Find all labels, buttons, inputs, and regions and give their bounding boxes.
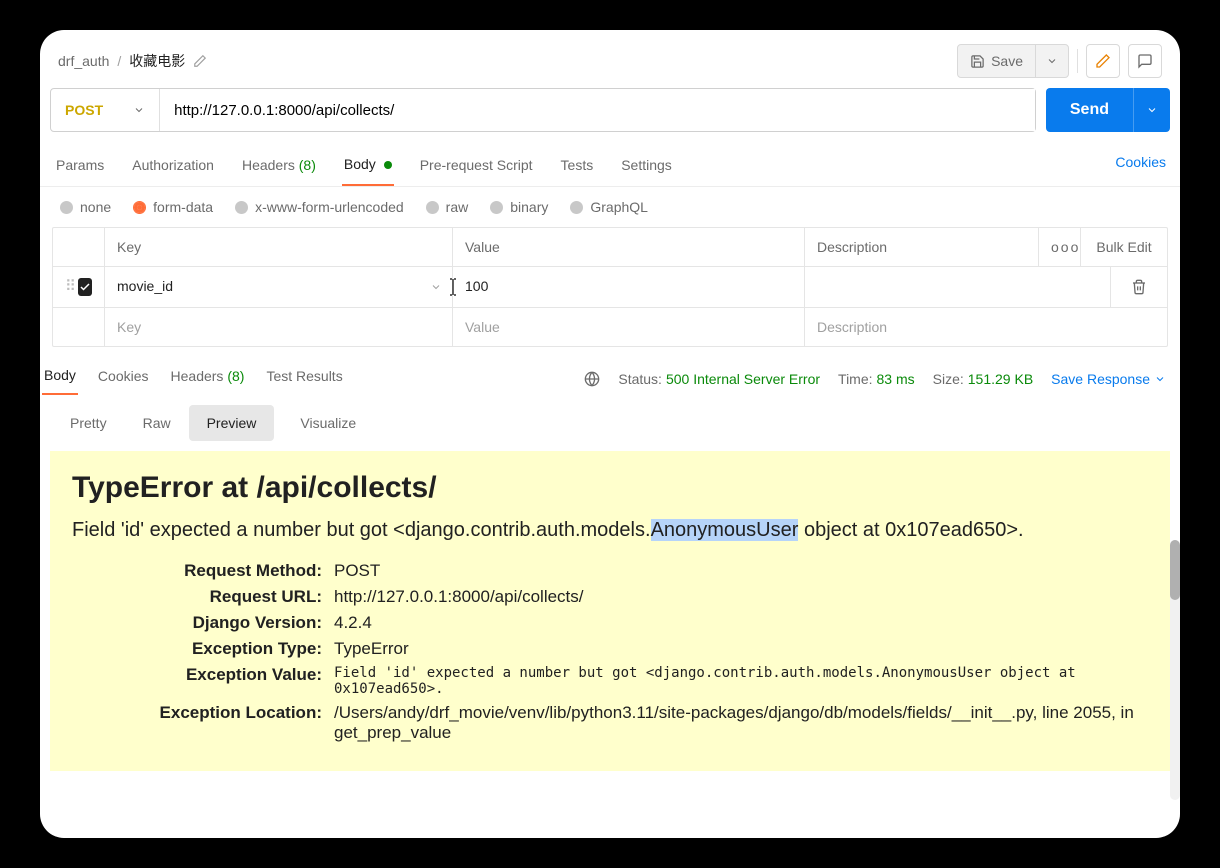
- tab-tests[interactable]: Tests: [559, 151, 596, 185]
- save-button-group: Save: [957, 44, 1069, 78]
- breadcrumb-name[interactable]: 收藏电影: [129, 51, 185, 71]
- tab-headers-count: (8): [299, 157, 316, 173]
- response-preview: TypeError at /api/collects/ Field 'id' e…: [50, 451, 1170, 771]
- scrollbar-thumb[interactable]: [1170, 540, 1180, 600]
- cookies-link[interactable]: Cookies: [1115, 154, 1166, 182]
- value-cell[interactable]: 100: [453, 267, 805, 307]
- view-preview[interactable]: Preview: [189, 405, 275, 441]
- tab-settings[interactable]: Settings: [619, 151, 674, 185]
- breadcrumb-sep: /: [117, 53, 121, 69]
- radio-icon: [426, 201, 439, 214]
- tab-params[interactable]: Params: [54, 151, 106, 185]
- comment-icon: [1137, 53, 1153, 69]
- body-type-form-data[interactable]: form-data: [133, 199, 213, 215]
- key-cell-blank[interactable]: Key: [105, 308, 453, 346]
- rtab-body[interactable]: Body: [42, 363, 78, 395]
- view-pretty[interactable]: Pretty: [52, 405, 125, 441]
- url-bar: POST Send: [40, 88, 1180, 142]
- rtab-cookies[interactable]: Cookies: [96, 364, 151, 394]
- body-type-graphql[interactable]: GraphQL: [570, 199, 648, 215]
- body-type-binary[interactable]: binary: [490, 199, 548, 215]
- key-type-dropdown[interactable]: [430, 281, 442, 293]
- chevron-down-icon: [1046, 55, 1058, 67]
- row-checkbox[interactable]: [78, 278, 92, 296]
- chevron-down-icon: [133, 104, 145, 116]
- col-value: Value: [453, 228, 805, 266]
- col-key: Key: [105, 228, 453, 266]
- col-handle: [53, 228, 105, 266]
- body-type-row: none form-data x-www-form-urlencoded raw…: [40, 187, 1180, 227]
- rtab-test-results[interactable]: Test Results: [264, 364, 344, 394]
- radio-icon: [570, 201, 583, 214]
- http-method-value: POST: [65, 102, 103, 118]
- body-type-raw[interactable]: raw: [426, 199, 469, 215]
- divider: [1077, 49, 1078, 73]
- chevron-down-icon: [1146, 104, 1158, 116]
- rtab-headers-label: Headers: [171, 368, 224, 384]
- trash-icon: [1131, 279, 1147, 295]
- radio-icon: [490, 201, 503, 214]
- request-tabs: Params Authorization Headers (8) Body Pr…: [40, 142, 1180, 187]
- edit-name-icon[interactable]: [193, 54, 207, 68]
- bulk-edit-button[interactable]: Bulk Edit: [1081, 228, 1167, 266]
- breadcrumb-row: drf_auth / 收藏电影 Save: [40, 30, 1180, 88]
- text-cursor-icon: [448, 278, 458, 296]
- delete-row-button[interactable]: [1111, 267, 1167, 307]
- save-response-button[interactable]: Save Response: [1051, 371, 1166, 387]
- highlighted-text: AnonymousUser: [651, 519, 799, 541]
- row-handle[interactable]: ⠿: [53, 267, 105, 307]
- size: Size:151.29 KB: [933, 371, 1034, 387]
- chevron-down-icon: [1154, 373, 1166, 385]
- row-handle: [53, 308, 105, 346]
- status: Status:500 Internal Server Error: [618, 371, 820, 387]
- radio-icon: [235, 201, 248, 214]
- key-cell[interactable]: movie_id: [105, 267, 453, 307]
- edit-button[interactable]: [1086, 44, 1120, 78]
- body-modified-dot: [384, 161, 392, 169]
- tab-body[interactable]: Body: [342, 150, 394, 186]
- http-method-select[interactable]: POST: [51, 89, 160, 131]
- save-label: Save: [991, 53, 1023, 69]
- response-view-tabs: Pretty Raw Preview Visualize: [40, 395, 1180, 451]
- save-icon: [970, 54, 985, 69]
- view-visualize[interactable]: Visualize: [282, 405, 374, 441]
- key-value: movie_id: [117, 278, 173, 294]
- body-type-none[interactable]: none: [60, 199, 111, 215]
- error-title: TypeError at /api/collects/: [72, 471, 1148, 505]
- error-meta-table: Request Method:POST Request URL:http://1…: [72, 561, 1148, 743]
- desc-cell-blank[interactable]: Description: [805, 308, 1167, 346]
- tab-headers[interactable]: Headers (8): [240, 151, 318, 185]
- network-icon[interactable]: [584, 371, 600, 387]
- error-summary: Field 'id' expected a number but got <dj…: [72, 515, 1148, 545]
- save-dropdown[interactable]: [1035, 45, 1068, 77]
- value-cell-blank[interactable]: Value: [453, 308, 805, 346]
- check-icon: [79, 281, 91, 293]
- url-input[interactable]: [160, 89, 1035, 131]
- table-more-button[interactable]: ooo: [1039, 228, 1081, 266]
- radio-icon: [133, 201, 146, 214]
- rtab-headers-count: (8): [227, 368, 244, 384]
- rtab-headers[interactable]: Headers (8): [169, 364, 247, 394]
- col-description: Description: [805, 228, 1039, 266]
- view-raw[interactable]: Raw: [125, 405, 189, 441]
- tab-headers-label: Headers: [242, 157, 295, 173]
- send-button[interactable]: Send: [1046, 88, 1133, 132]
- pencil-icon: [1095, 53, 1111, 69]
- desc-cell[interactable]: [805, 267, 1111, 307]
- breadcrumb-root[interactable]: drf_auth: [58, 53, 109, 69]
- radio-icon: [60, 201, 73, 214]
- save-button[interactable]: Save: [958, 45, 1035, 77]
- body-type-xform[interactable]: x-www-form-urlencoded: [235, 199, 404, 215]
- tab-authorization[interactable]: Authorization: [130, 151, 216, 185]
- response-tabs: Body Cookies Headers (8) Test Results St…: [40, 347, 1180, 395]
- chevron-down-icon: [430, 281, 442, 293]
- drag-icon: ⠿: [65, 283, 76, 291]
- send-dropdown[interactable]: [1133, 88, 1170, 132]
- comments-button[interactable]: [1128, 44, 1162, 78]
- tab-body-label: Body: [344, 156, 376, 172]
- tab-prerequest[interactable]: Pre-request Script: [418, 151, 535, 185]
- form-data-table: Key Value Description ooo Bulk Edit ⠿ mo…: [52, 227, 1168, 347]
- time: Time:83 ms: [838, 371, 915, 387]
